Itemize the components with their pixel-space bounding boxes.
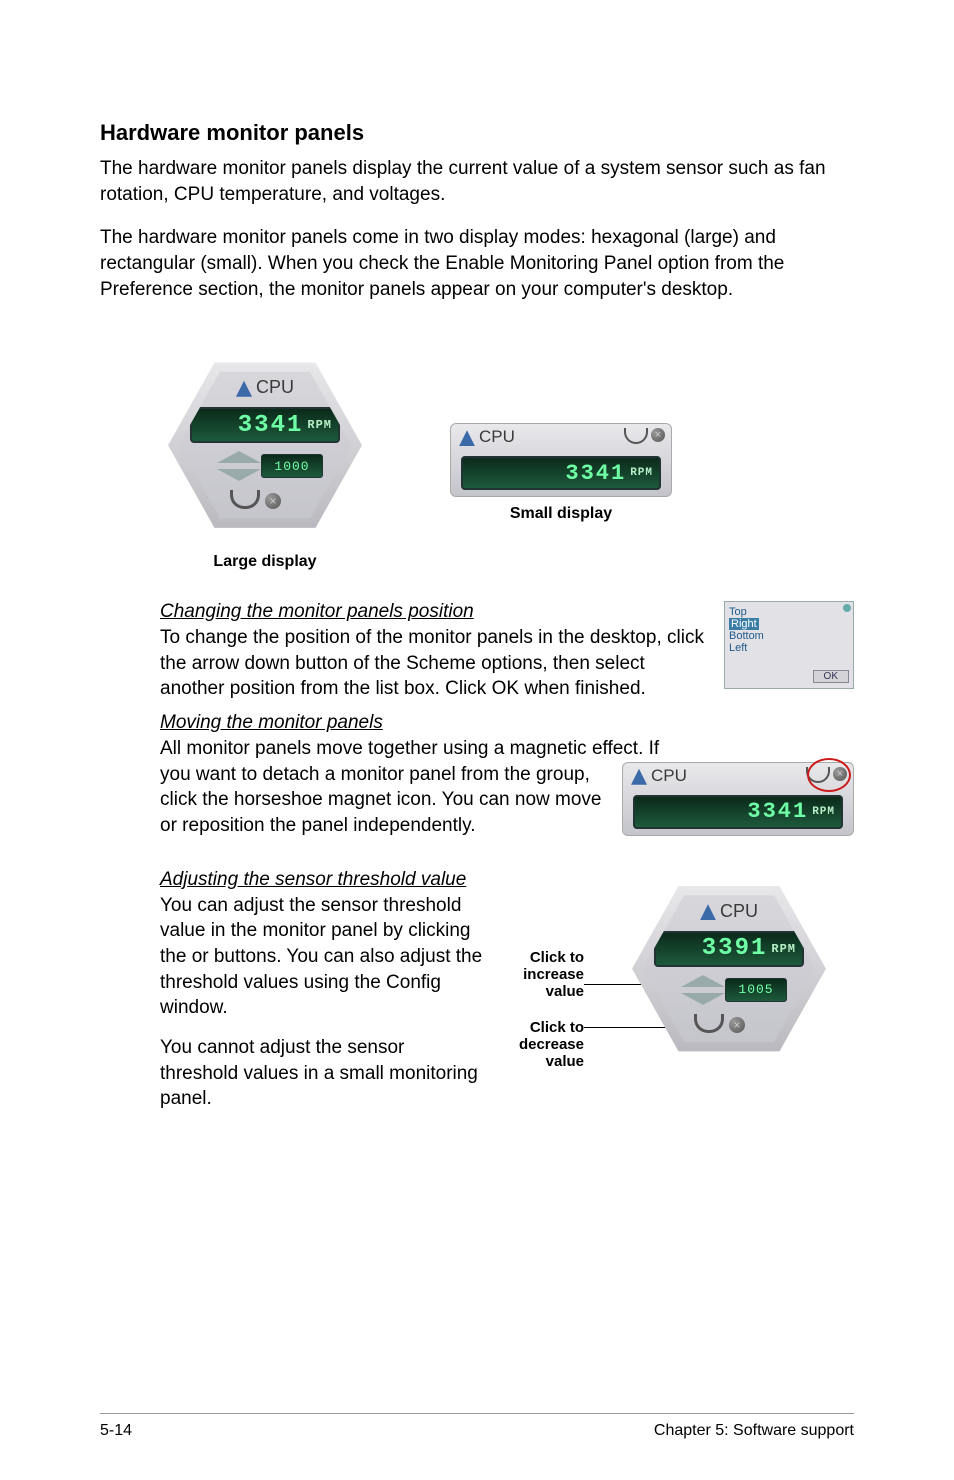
threshold-panel-sub-lcd: 1005	[725, 978, 787, 1002]
magnet-icon[interactable]	[694, 1014, 724, 1033]
subheading-changing-position: Changing the monitor panels position	[160, 601, 710, 623]
threshold-panel-value: 3391	[702, 935, 768, 962]
threshold-panel-title: CPU	[700, 901, 758, 922]
subheading-threshold: Adjusting the sensor threshold value	[160, 869, 484, 891]
close-icon[interactable]: ×	[729, 1017, 745, 1033]
position-option-right[interactable]: Right	[729, 618, 759, 630]
small-display-caption: Small display	[450, 505, 672, 523]
magnet-icon[interactable]	[624, 428, 648, 444]
threshold-body-2: You cannot adjust the sensor threshold v…	[160, 1035, 484, 1112]
magnet-icon[interactable]	[230, 490, 260, 509]
arrow-down-icon[interactable]	[681, 993, 725, 1005]
page-number: 5-14	[100, 1422, 132, 1440]
threshold-figure: Click to increase value Click to decreas…	[494, 869, 854, 1089]
cpu-icon	[700, 904, 716, 920]
changing-position-body: To change the position of the monitor pa…	[160, 625, 710, 702]
callout-circle-icon	[807, 758, 851, 792]
large-display-figure: CPU 3341 RPM 1000 ×	[160, 345, 370, 571]
arrow-down-icon[interactable]	[217, 469, 261, 481]
threshold-body-1: You can adjust the sensor threshold valu…	[160, 893, 484, 1021]
large-panel-value: 3341	[238, 412, 304, 439]
chapter-title: Chapter 5: Software support	[654, 1422, 854, 1440]
large-panel-sub-lcd: 1000	[261, 454, 323, 478]
close-icon[interactable]: ×	[651, 428, 665, 442]
moving-panel-lcd: 3341 RPM	[633, 795, 843, 829]
position-option-top[interactable]: Top	[729, 606, 849, 618]
threshold-panel-title-text: CPU	[720, 901, 758, 922]
small-panel-title: CPU	[459, 427, 515, 447]
position-option-bottom[interactable]: Bottom	[729, 630, 849, 642]
small-panel-title-text: CPU	[479, 427, 515, 447]
large-panel-title: CPU	[236, 377, 294, 398]
moving-panels-line2: you want to detach a monitor panel from …	[160, 762, 608, 839]
threshold-panel-unit: RPM	[771, 942, 796, 956]
large-display-caption: Large display	[160, 553, 370, 571]
ok-button[interactable]: OK	[813, 670, 849, 683]
cpu-icon	[459, 430, 475, 446]
small-panel-unit: RPM	[630, 467, 653, 479]
moving-panel-value: 3341	[747, 799, 808, 824]
label-decrease: Click to decrease value	[494, 1019, 584, 1071]
arrow-up-icon[interactable]	[681, 975, 725, 987]
moving-panel-title-text: CPU	[651, 766, 687, 786]
arrow-up-icon[interactable]	[217, 451, 261, 463]
threshold-arrows[interactable]	[213, 451, 265, 481]
large-panel-title-text: CPU	[256, 377, 294, 398]
subheading-moving-panels: Moving the monitor panels	[160, 712, 854, 734]
listbox-close-icon[interactable]	[843, 604, 851, 612]
large-panel-unit: RPM	[307, 418, 332, 432]
small-panel-value: 3341	[565, 461, 626, 486]
threshold-panel-lcd: 3391 RPM	[654, 931, 804, 967]
small-panel-lcd: 3341 RPM	[461, 456, 661, 490]
position-listbox-figure: Top Right Bottom Left OK	[724, 601, 854, 689]
large-panel-lcd: 3341 RPM	[190, 407, 340, 443]
threshold-arrows[interactable]	[677, 975, 729, 1005]
large-panel-sub-value: 1000	[274, 459, 309, 474]
position-option-left[interactable]: Left	[729, 642, 849, 654]
section-heading: Hardware monitor panels	[100, 120, 854, 146]
intro-para-2: The hardware monitor panels come in two …	[100, 225, 854, 302]
intro-para-1: The hardware monitor panels display the …	[100, 156, 854, 207]
close-icon[interactable]: ×	[265, 493, 281, 509]
moving-panels-line1: All monitor panels move together using a…	[160, 736, 854, 762]
small-display-figure: CPU × 3341 RPM Small display	[450, 423, 672, 523]
moving-panel-figure: CPU × 3341 RPM	[622, 762, 854, 836]
moving-panel-unit: RPM	[812, 806, 835, 818]
moving-panel-title: CPU	[631, 766, 687, 786]
cpu-icon	[631, 769, 647, 785]
label-increase: Click to increase value	[494, 949, 584, 1001]
cpu-icon	[236, 381, 252, 397]
threshold-panel-sub-value: 1005	[738, 982, 773, 997]
